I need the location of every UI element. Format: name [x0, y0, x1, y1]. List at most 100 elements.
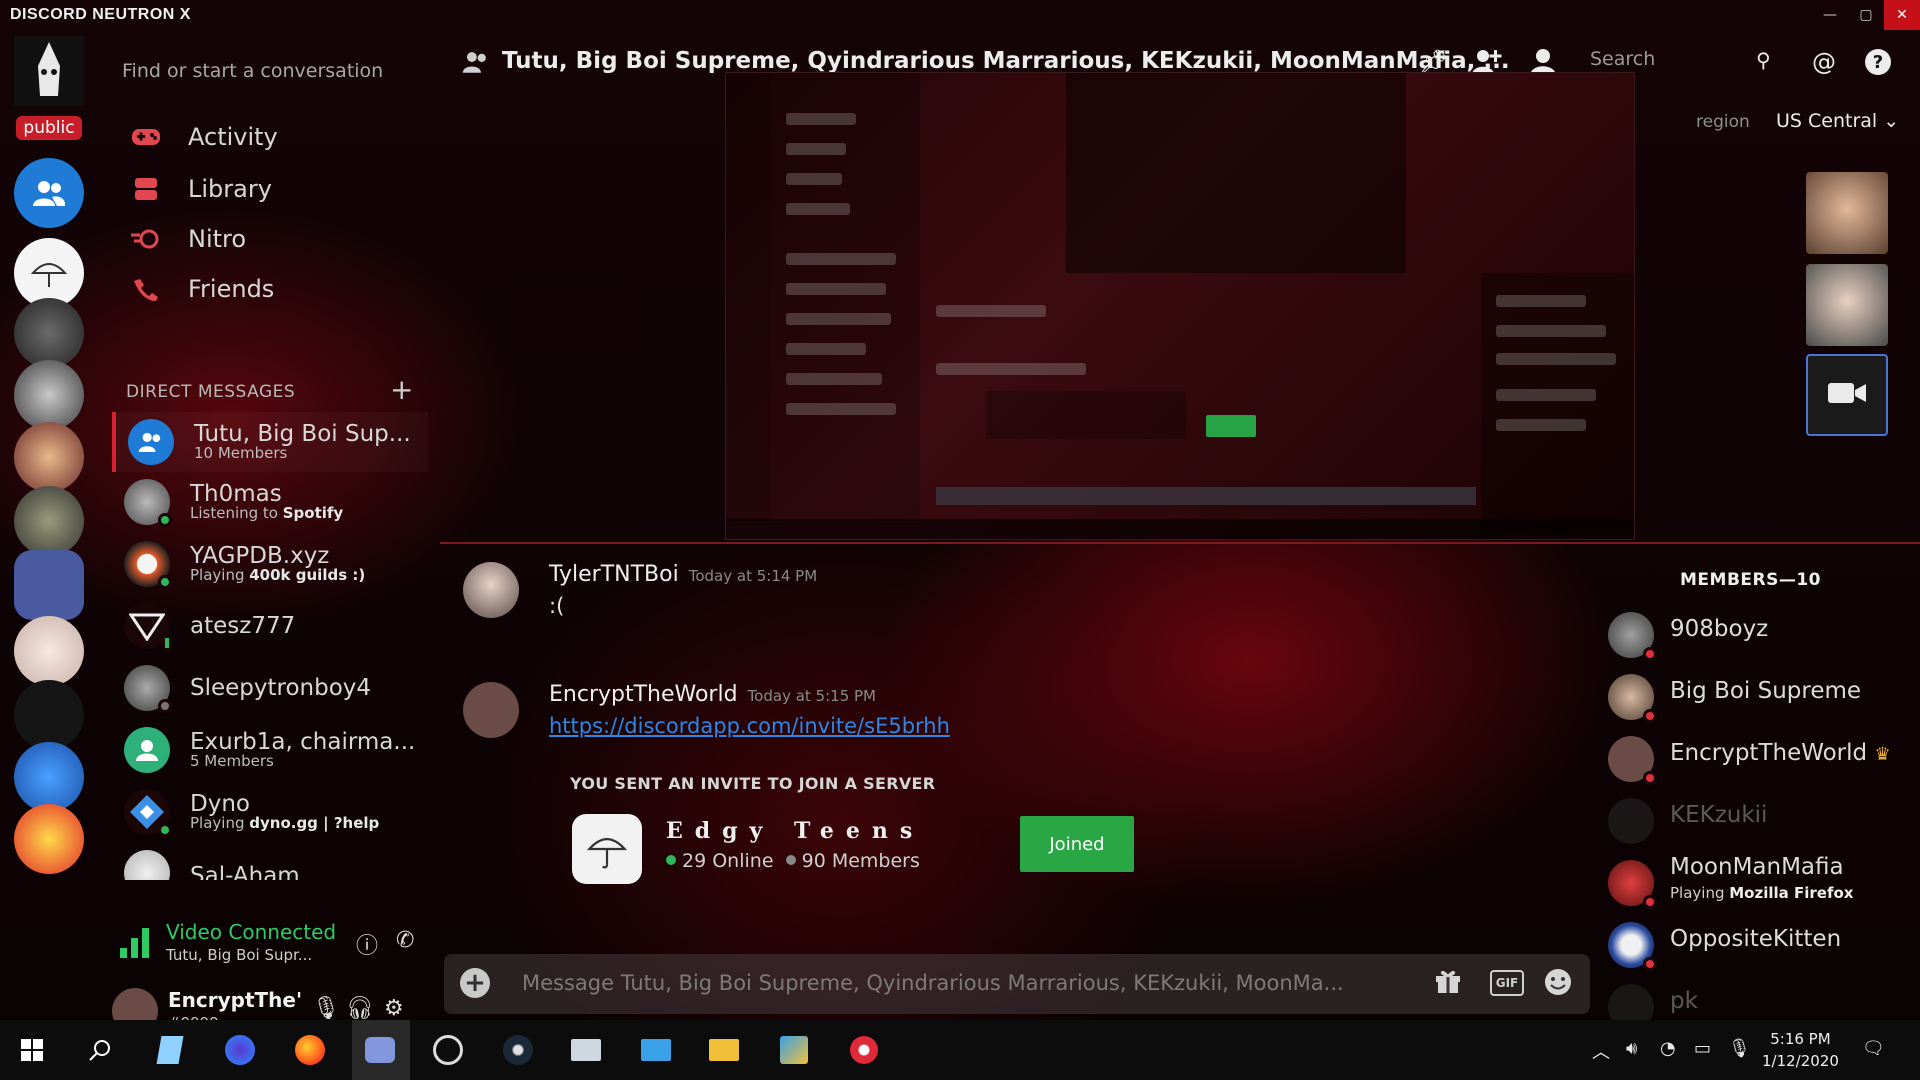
dm-sub: 10 Members [194, 444, 288, 463]
close-button[interactable]: ✕ [1884, 0, 1920, 30]
mentions-icon[interactable]: @ [1812, 48, 1836, 76]
find-conversation-input[interactable]: Find or start a conversation [122, 54, 422, 88]
minimize-button[interactable]: — [1812, 0, 1848, 30]
server-icon-9[interactable] [14, 680, 84, 750]
gift-icon[interactable] [1434, 968, 1462, 1000]
file-explorer-icon[interactable] [706, 1032, 742, 1068]
taskbar-clock[interactable]: 5:16 PM 1/12/2020 [1762, 1028, 1839, 1072]
notepad-icon[interactable] [152, 1032, 188, 1068]
emoji-icon[interactable] [1544, 968, 1572, 1002]
message-timestamp: Today at 5:14 PM [688, 567, 818, 585]
dm-item-atesz777[interactable]: atesz777 [112, 596, 428, 656]
message-input[interactable]: Message Tutu, Big Boi Supreme, Qyindrari… [522, 971, 1402, 995]
gif-button[interactable]: GIF [1490, 970, 1524, 996]
steam-icon[interactable] [500, 1032, 536, 1068]
disconnect-call-icon[interactable]: ✆ [396, 928, 414, 953]
avatar [1608, 798, 1654, 844]
server-icon-8[interactable] [14, 616, 84, 686]
avatar [1608, 984, 1654, 1020]
online-dot-icon [666, 855, 676, 865]
author-name[interactable]: TylerTNTBoi [549, 562, 679, 587]
nav-library[interactable]: Library [128, 164, 272, 214]
member-moonmanmafia[interactable]: MoonManMafia Playing Mozilla Firefox [1608, 854, 1908, 910]
dm-item-th0mas[interactable]: Th0mas Listening to Spotify [112, 472, 428, 532]
server-icon-7[interactable] [14, 550, 84, 620]
upload-plus-icon[interactable]: + [460, 968, 490, 998]
video-tile-camera-off[interactable] [1806, 354, 1888, 436]
windows-taskbar: ︿ 🔊︎ ◔ ▭ 🎙︎ 5:16 PM 1/12/2020 🗨︎ [0, 1020, 1920, 1080]
red-app-icon[interactable] [846, 1032, 882, 1068]
message-avatar[interactable] [463, 682, 519, 738]
control-panel-icon[interactable] [776, 1032, 812, 1068]
firefox-nightly-icon[interactable] [222, 1032, 258, 1068]
dm-sub: 5 Members [190, 752, 274, 771]
joined-button[interactable]: Joined [1020, 816, 1134, 872]
voice-status-title[interactable]: Video Connected [166, 920, 336, 944]
volume-icon[interactable]: 🔊︎ [1626, 1038, 1637, 1059]
dm-item-dyno[interactable]: Dyno Playing dyno.gg | ?help [112, 782, 428, 842]
member-list: MEMBERS—10 908boyz Big Boi Supreme Encry… [1600, 560, 1920, 1020]
message-author[interactable]: TylerTNTBoi Today at 5:14 PM [549, 562, 817, 587]
remote-desktop-icon[interactable] [568, 1032, 604, 1068]
member-kekzukii[interactable]: KEKzukii [1608, 792, 1908, 848]
server-icon-4[interactable] [14, 360, 84, 430]
server-icon-10[interactable] [14, 742, 84, 812]
member-name: 908boyz [1670, 616, 1769, 642]
obs-icon[interactable] [430, 1032, 466, 1068]
nav-nitro[interactable]: Nitro [128, 214, 246, 264]
headphones-icon[interactable]: 🎧︎ [346, 996, 374, 1021]
microphone-tray-icon[interactable]: 🎙︎ [1728, 1038, 1751, 1059]
dm-item-sleepytronboy4[interactable]: Sleepytronboy4 [112, 658, 428, 718]
dm-item-exurb1a-group[interactable]: Exurb1a, chairma... 5 Members [112, 720, 428, 780]
member-name: EncryptTheWorld ♛ [1670, 740, 1891, 766]
server-icon-3[interactable] [14, 298, 84, 368]
invite-link[interactable]: https://discordapp.com/invite/sE5brhh [549, 714, 950, 738]
group-dm-server-icon[interactable] [14, 158, 84, 228]
home-logo-icon[interactable] [14, 36, 84, 106]
server-icon-11[interactable] [14, 804, 84, 874]
battery-icon[interactable]: ▭ [1694, 1038, 1711, 1059]
video-tile-2[interactable] [1806, 264, 1888, 346]
help-icon[interactable]: ? [1864, 48, 1892, 82]
windows-start-icon[interactable] [14, 1032, 50, 1068]
message-timestamp: Today at 5:15 PM [747, 687, 876, 705]
member-big-boi-supreme[interactable]: Big Boi Supreme [1608, 668, 1908, 724]
create-dm-plus-icon[interactable]: + [390, 373, 413, 406]
member-oppositekitten[interactable]: OppositeKitten [1608, 916, 1908, 972]
notifications-icon[interactable]: 🗨︎ [1862, 1038, 1885, 1059]
svg-text:?: ? [1873, 52, 1883, 73]
monitor-app-icon[interactable] [638, 1032, 674, 1068]
invite-server-name: Edgy Teens [666, 818, 925, 844]
taskbar-search-icon[interactable] [82, 1032, 118, 1068]
avatar [124, 665, 172, 713]
member-pk[interactable]: pk [1608, 978, 1908, 1020]
member-908boyz[interactable]: 908boyz [1608, 606, 1908, 662]
region-select[interactable]: US Central ⌄ [1776, 110, 1899, 132]
nav-activity-label: Activity [188, 123, 278, 151]
dm-item-group-tutu[interactable]: Tutu, Big Boi Sup... 10 Members [112, 412, 428, 472]
info-icon[interactable]: ⓘ [356, 928, 378, 960]
author-name[interactable]: EncryptTheWorld [549, 682, 738, 707]
wifi-icon[interactable]: ◔ [1660, 1038, 1676, 1059]
umbrella-server-icon[interactable] [572, 814, 642, 884]
server-icon-6[interactable] [14, 486, 84, 556]
maximize-button[interactable]: ▢ [1848, 0, 1884, 30]
firefox-icon[interactable] [292, 1032, 328, 1068]
settings-gear-icon[interactable]: ⚙ [384, 996, 404, 1021]
nav-activity[interactable]: Activity [128, 112, 278, 162]
invite-heading: YOU SENT AN INVITE TO JOIN A SERVER [570, 774, 936, 793]
screen-share-stream[interactable] [725, 72, 1635, 540]
avatar [124, 541, 172, 589]
activity-name: 400k guilds :) [249, 566, 366, 585]
dm-item-sal-aham[interactable]: Sal-Aham [112, 844, 428, 880]
video-tile-1[interactable] [1806, 172, 1888, 254]
member-encrypttheworld[interactable]: EncryptTheWorld ♛ [1608, 730, 1908, 786]
tray-chevron-up-icon[interactable]: ︿ [1592, 1038, 1610, 1064]
server-icon-5[interactable] [14, 422, 84, 492]
message-author[interactable]: EncryptTheWorld Today at 5:15 PM [549, 682, 876, 707]
message-avatar[interactable] [463, 562, 519, 618]
microphone-icon[interactable]: 🎙︎ [312, 996, 340, 1021]
region-value: US Central [1776, 110, 1878, 132]
nav-friends[interactable]: Friends [128, 264, 274, 314]
dm-item-yagpdb[interactable]: YAGPDB.xyz Playing 400k guilds :) [112, 534, 428, 594]
